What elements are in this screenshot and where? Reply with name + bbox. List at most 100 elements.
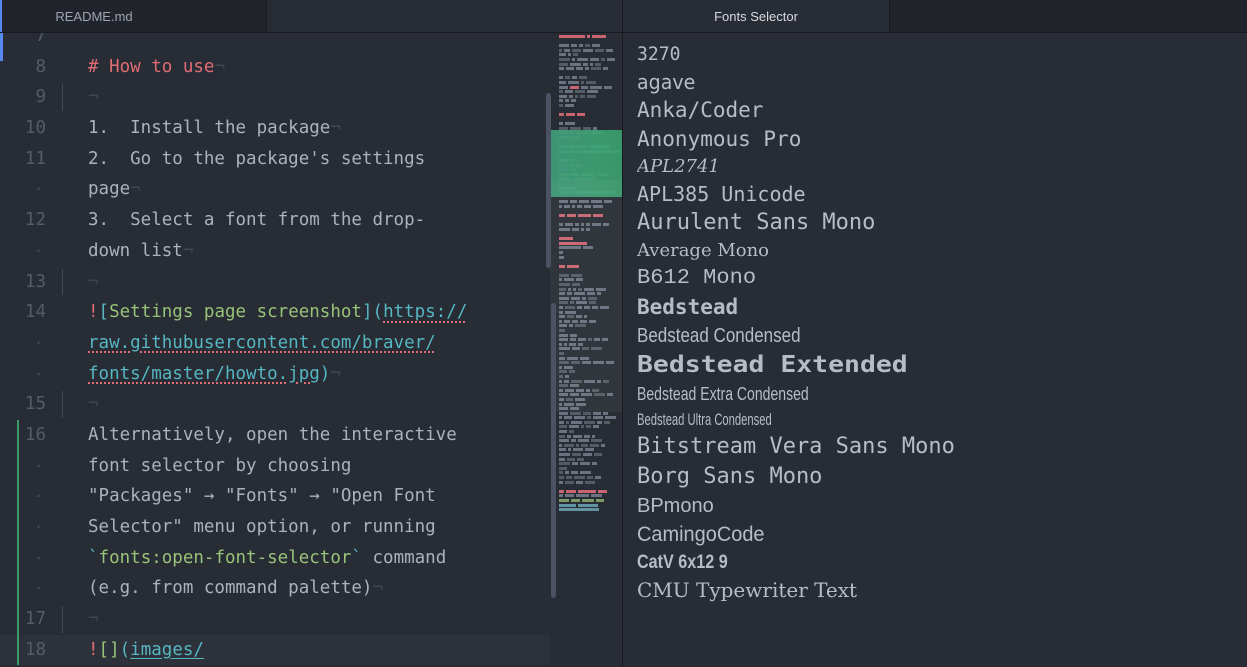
font-list-item[interactable]: Bitstream Vera Sans Mono [637,432,1247,462]
minimap-token [565,306,575,310]
font-list-item[interactable]: Average Mono [637,238,1247,264]
minimap-token [559,448,566,452]
code-token[interactable]: raw.githubusercontent.com/braver/ [88,333,436,353]
code-line[interactable]: 7 [0,33,622,52]
minimap-token [584,434,590,438]
minimap-line [559,480,622,484]
editor-scroll-area[interactable]: 7 8 # How to use¬ 9 ¬ 10 1. Install the packag… [0,33,622,667]
minimap-token [581,223,584,227]
code-line[interactable]: · (e.g. from command palette)¬ [0,573,622,605]
font-list-item[interactable]: Anonymous Pro [637,125,1247,154]
font-list-item[interactable]: CMU Typewriter Text [637,576,1247,604]
minimap-token [559,237,573,241]
font-list-item[interactable]: Borg Sans Mono [637,462,1247,492]
line-wrap-indicator: · [33,241,43,260]
font-list-item[interactable]: Bedstead Condensed [637,322,1247,350]
minimap-token [559,425,567,429]
tab-fonts-selector-label: Fonts Selector [714,9,798,24]
font-list-item[interactable]: APL385 Unicode [637,180,1247,208]
minimap-token [586,223,590,227]
code-line[interactable]: · "Packages" → "Fonts" → "Open Font [0,481,622,512]
code-line[interactable]: 14 ![Settings page screenshot](https:// [0,297,622,328]
code-token[interactable]: images/ [130,640,204,660]
minimap-token [559,324,567,328]
minimap-line [559,329,622,332]
minimap-line [559,296,622,300]
minimap-token [591,494,602,498]
minimap-line [559,149,622,153]
minimap-line [559,379,622,383]
minimap-token [570,126,581,130]
code-line[interactable]: 8 # How to use¬ [0,52,622,83]
code-token[interactable]: fonts/master/howto.jpg [88,364,320,384]
code-line-text: 3. Select a font from the drop- [60,205,622,236]
code-line[interactable]: · Selector" menu option, or running [0,512,622,543]
font-list-item[interactable]: Bedstead Extended [637,350,1247,381]
minimap-token [592,35,606,38]
minimap-token [583,411,591,415]
font-list-item[interactable]: Aurulent Sans Mono [637,208,1247,238]
code-line[interactable]: 11 2. Go to the package's settings [0,144,622,175]
font-list-item[interactable]: BPmono [637,492,1247,520]
minimap-token [575,397,585,401]
code-line[interactable]: · fonts/master/howto.jpg)¬ [0,359,622,390]
text-editor-pane[interactable]: 7 8 # How to use¬ 9 ¬ 10 1. Install the packag… [0,33,623,667]
minimap-token [606,361,614,365]
code-line[interactable]: · down list¬ [0,236,622,267]
minimap-token [565,471,569,475]
code-line[interactable]: · page¬ [0,174,622,205]
code-token: ¬ [88,394,99,415]
minimap-line [559,246,622,250]
code-line[interactable]: 13 ¬ [0,267,622,298]
font-list-item[interactable]: 3270 [637,41,1247,68]
minimap-token [581,393,592,397]
font-list-item[interactable]: Bedstead [637,293,1247,322]
editor-vertical-scrollbar[interactable] [546,93,551,268]
minimap-token [559,131,567,135]
minimap-token [578,342,583,346]
minimap-token [586,227,590,231]
minimap-token [568,448,571,452]
font-list-item[interactable]: Anka/Coder [637,96,1247,125]
code-line[interactable]: · font selector by choosing [0,450,622,482]
code-line[interactable]: 17 ¬ [0,604,622,635]
code-line[interactable]: 15 ¬ [0,389,622,420]
minimap-line [559,35,622,38]
minimap-token [559,145,575,149]
code-token[interactable]: https:// [383,302,467,322]
code-token: ¬ [88,271,99,292]
code-line[interactable]: 18 ![](images/ [0,634,622,666]
font-list-item[interactable]: B612 Mono [637,264,1247,293]
minimap-line [559,172,622,176]
font-list-item[interactable]: CatV 6x12 9 [637,549,1247,576]
minimap-token [572,76,577,80]
font-list-item[interactable]: agave [637,68,1247,96]
minimap-line [559,67,622,71]
minimap-token [581,227,584,231]
minimap-token [567,264,579,268]
minimap-token [559,466,567,470]
minimap-line [559,338,622,342]
minimap-token [570,333,577,337]
minimap-token [592,223,601,227]
tab-readme[interactable]: README.md [0,0,267,33]
code-line[interactable]: · `fonts:open-font-selector` command [0,542,622,574]
code-line[interactable]: · raw.githubusercontent.com/braver/ [0,328,622,359]
code-line[interactable]: 10 1. Install the package¬ [0,113,622,144]
code-line[interactable]: 16 Alternatively, open the interactive [0,419,622,451]
code-line[interactable]: 9 ¬ [0,82,622,113]
minimap-line [559,76,622,80]
font-list-item[interactable]: CamingoCode [637,520,1247,549]
tab-fonts-selector[interactable]: Fonts Selector [623,0,890,33]
code-line[interactable]: 12 3. Select a font from the drop- [0,205,622,236]
minimap-token [586,80,596,84]
minimap-token [559,246,581,250]
font-list-item[interactable]: Bedstead Extra Condensed [637,381,1247,407]
minimap-token [571,361,580,365]
font-list-item[interactable]: APL2741 [637,154,1247,180]
minimap-scrollbar[interactable] [551,303,556,598]
fonts-selector-pane[interactable]: 3270 agave Anka/Coder Anonymous Pro APL2741 A… [623,33,1247,667]
font-list-item[interactable]: Bedstead Ultra Condensed [637,407,1247,432]
minimap[interactable] [550,33,622,667]
minimap-token [581,443,588,447]
